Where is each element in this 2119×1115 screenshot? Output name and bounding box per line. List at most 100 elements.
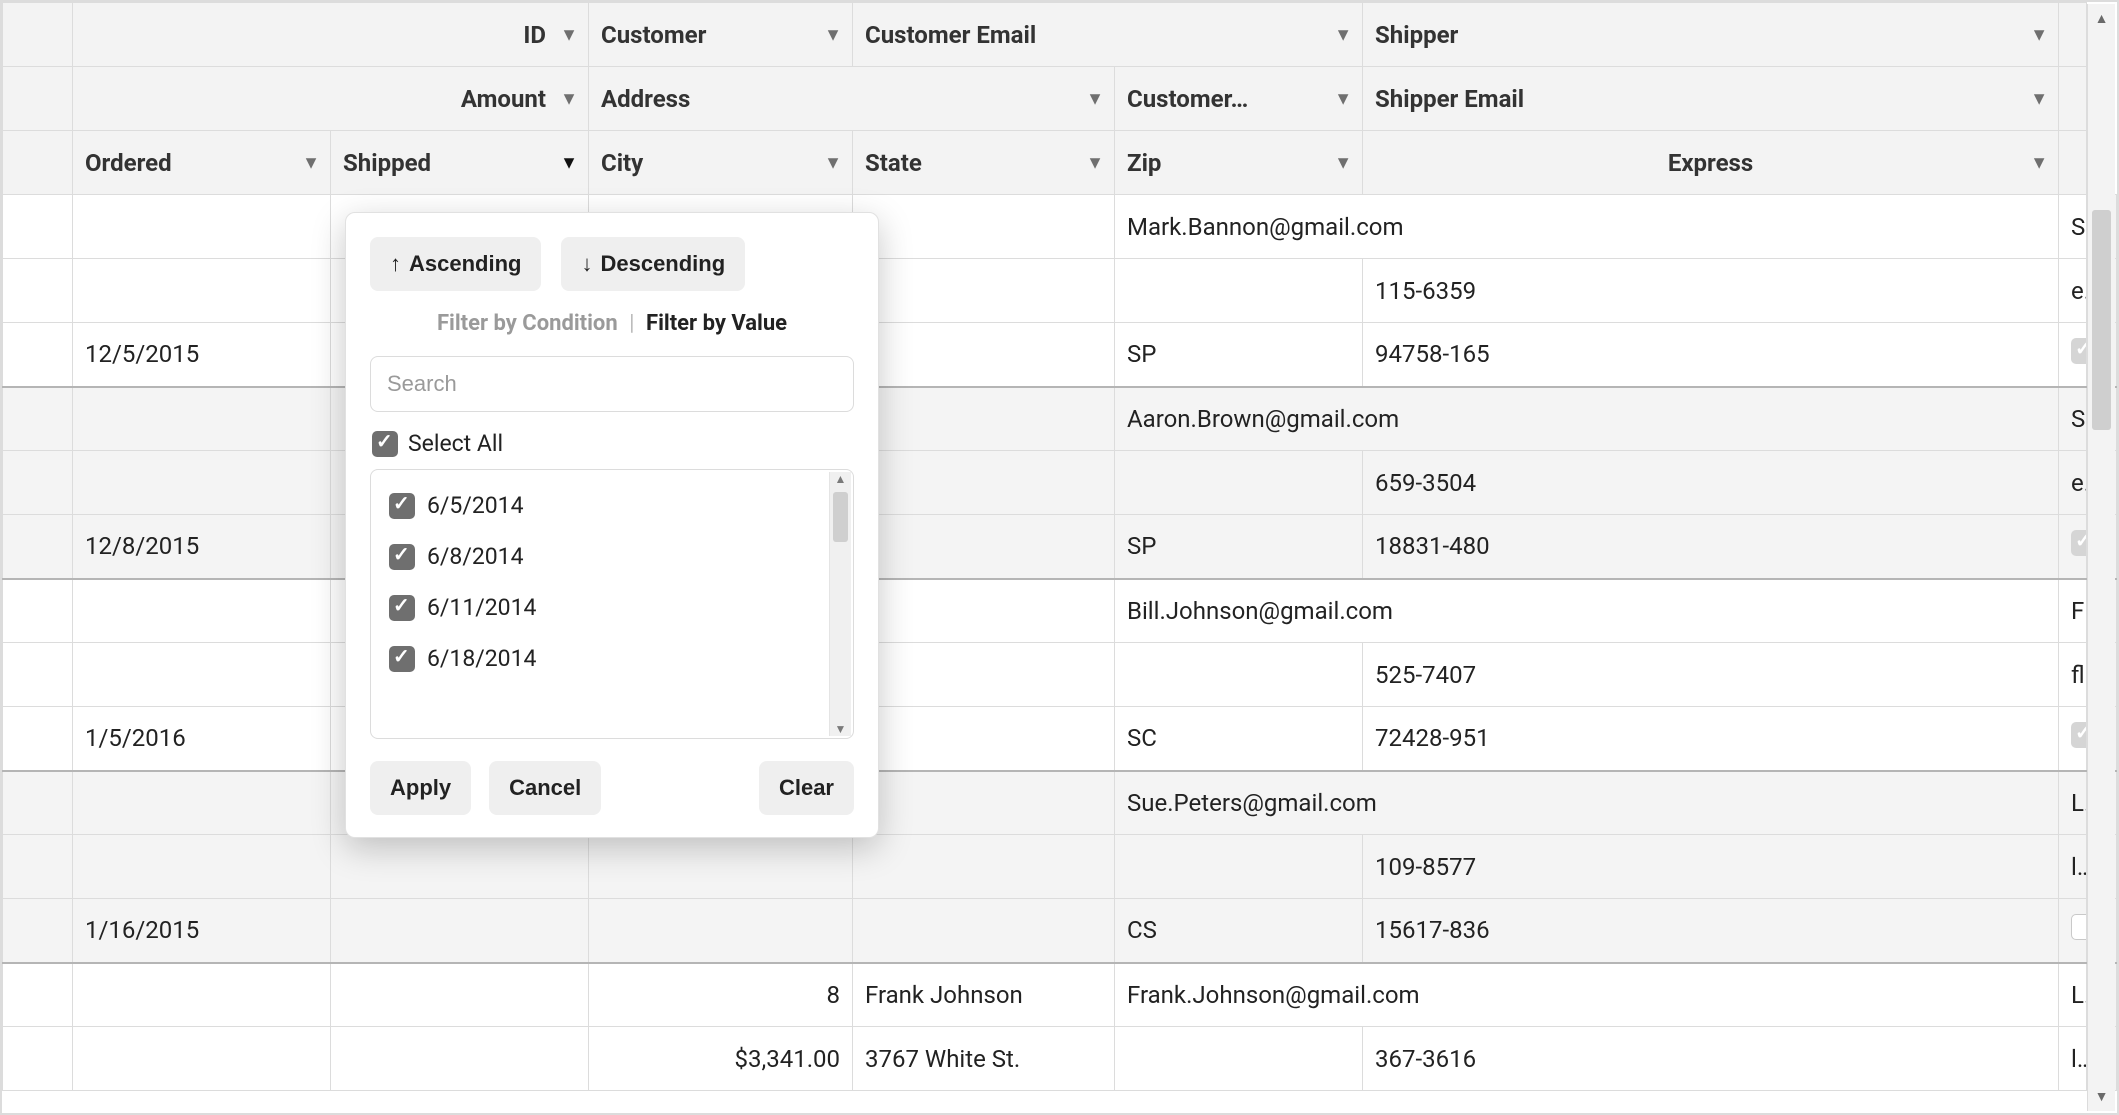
table-row[interactable]: 525-7407flash@gmail.com — [3, 643, 2117, 707]
table-row[interactable]: Bill.Johnson@gmail.comFlash Delivery — [3, 579, 2117, 643]
filter-icon[interactable]: ▼ — [2030, 88, 2048, 109]
scroll-up-icon[interactable]: ▲ — [835, 472, 847, 486]
filter-value-label: 6/8/2014 — [427, 543, 524, 570]
column-header-id[interactable]: ID ▼ — [73, 3, 589, 67]
cell: Speedy Express — [2059, 387, 2087, 451]
column-header-shipper-email[interactable]: Shipper Email ▼ — [1363, 67, 2059, 131]
filter-icon[interactable]: ▼ — [1334, 24, 1352, 45]
apply-button[interactable]: Apply — [370, 761, 471, 815]
column-header-zip[interactable]: Zip ▼ — [1115, 131, 1363, 195]
filter-value-item[interactable]: 6/11/2014 — [371, 582, 853, 633]
express-checkbox-icon[interactable] — [2071, 914, 2087, 940]
express-checkbox-icon[interactable] — [2071, 338, 2087, 364]
cell: Aaron.Brown@gmail.com — [1115, 387, 2059, 451]
scroll-gutter-header — [2059, 67, 2087, 131]
filter-icon[interactable]: ▼ — [560, 152, 578, 173]
cell — [1115, 451, 1363, 515]
filter-icon[interactable]: ▼ — [824, 152, 842, 173]
filter-icon[interactable]: ▼ — [1334, 88, 1352, 109]
grid-body: Mark.Bannon@gmail.comSpeedy Express115-6… — [3, 195, 2117, 1091]
cell: 72428-951 — [1363, 707, 2059, 771]
column-header-shipper[interactable]: Shipper ▼ — [1363, 3, 2059, 67]
cell: $3,341.00 — [589, 1027, 853, 1091]
cell — [73, 579, 331, 643]
column-header-customer[interactable]: Customer ▼ — [589, 3, 853, 67]
column-header-label: Shipped — [343, 149, 431, 177]
scroll-thumb[interactable] — [2092, 210, 2111, 430]
column-header-state[interactable]: State ▼ — [853, 131, 1115, 195]
scroll-thumb[interactable] — [833, 492, 848, 542]
table-row[interactable]: Mark.Bannon@gmail.comSpeedy Express — [3, 195, 2117, 259]
column-header-label: Ordered — [85, 149, 172, 177]
table-row[interactable]: Sue.Peters@gmail.comLogitrax — [3, 771, 2117, 835]
row-gutter — [3, 259, 73, 323]
column-header-city[interactable]: City ▼ — [589, 131, 853, 195]
table-row[interactable]: 109-8577logitrax@gmail.com — [3, 835, 2117, 899]
filter-value-label: 6/18/2014 — [427, 645, 536, 672]
scroll-down-icon[interactable]: ▼ — [835, 722, 847, 736]
filter-icon[interactable]: ▼ — [1086, 152, 1104, 173]
clear-button[interactable]: Clear — [759, 761, 854, 815]
filter-search-input[interactable] — [370, 356, 854, 412]
filter-value-item[interactable]: 6/5/2014 — [371, 480, 853, 531]
cell — [331, 1027, 589, 1091]
row-gutter — [3, 771, 73, 835]
scroll-down-icon[interactable]: ▼ — [2095, 1082, 2109, 1111]
filter-value-item[interactable]: 6/8/2014 — [371, 531, 853, 582]
express-checkbox-icon[interactable] — [2071, 530, 2087, 556]
checkbox-icon[interactable] — [372, 431, 398, 457]
column-header-customer-extra[interactable]: Customer… ▼ — [1115, 67, 1363, 131]
table-row[interactable]: 12/5/2015SP94758-165 — [3, 323, 2117, 387]
cell — [589, 899, 853, 963]
cell — [73, 259, 331, 323]
sort-descending-button[interactable]: Descending — [561, 237, 745, 291]
vertical-scrollbar[interactable]: ▲ ▼ — [2087, 4, 2115, 1111]
select-all-row[interactable]: Select All — [372, 430, 852, 457]
list-scrollbar[interactable]: ▲ ▼ — [829, 472, 851, 736]
column-header-label: Amount — [461, 85, 546, 113]
filter-icon[interactable]: ▼ — [1334, 152, 1352, 173]
filter-value-item[interactable]: 6/18/2014 — [371, 633, 853, 684]
checkbox-icon[interactable] — [389, 646, 415, 672]
scroll-up-icon[interactable]: ▲ — [2095, 4, 2109, 33]
column-header-address[interactable]: Address ▼ — [589, 67, 1115, 131]
table-row[interactable]: 659-3504express.speedy@gmail.com — [3, 451, 2117, 515]
cell — [73, 835, 331, 899]
filter-icon[interactable]: ▼ — [560, 88, 578, 109]
table-row[interactable]: Aaron.Brown@gmail.comSpeedy Express — [3, 387, 2117, 451]
column-header-amount[interactable]: Amount ▼ — [73, 67, 589, 131]
sort-ascending-button[interactable]: Ascending — [370, 237, 541, 291]
filter-icon[interactable]: ▼ — [302, 152, 320, 173]
column-header-express[interactable]: Express ▼ — [1363, 131, 2059, 195]
filter-icon[interactable]: ▼ — [2030, 152, 2048, 173]
table-row[interactable]: 115-6359express.speedy@gmail.com — [3, 259, 2117, 323]
cell: logitrax@gmail.com — [2059, 835, 2087, 899]
cell: 659-3504 — [1363, 451, 2059, 515]
column-header-label: Customer — [601, 21, 706, 49]
filter-icon[interactable]: ▼ — [1086, 88, 1104, 109]
column-header-label: Express — [1668, 149, 1753, 177]
tab-filter-by-condition[interactable]: Filter by Condition — [437, 311, 618, 336]
checkbox-icon[interactable] — [389, 544, 415, 570]
column-header-ordered[interactable]: Ordered ▼ — [73, 131, 331, 195]
table-row[interactable]: 1/16/2015CS15617-836 — [3, 899, 2117, 963]
table-row[interactable]: 1/5/2016SC72428-951 — [3, 707, 2117, 771]
tab-filter-by-value[interactable]: Filter by Value — [646, 311, 787, 336]
select-all-label: Select All — [408, 430, 503, 457]
cell: Mark.Bannon@gmail.com — [1115, 195, 2059, 259]
filter-icon[interactable]: ▼ — [824, 24, 842, 45]
cell: 94758-165 — [1363, 323, 2059, 387]
express-checkbox-icon[interactable] — [2071, 722, 2087, 748]
cancel-button[interactable]: Cancel — [489, 761, 601, 815]
checkbox-icon[interactable] — [389, 493, 415, 519]
button-label: Cancel — [509, 775, 581, 801]
table-row[interactable]: $3,341.003767 White St.367-3616logitrax@… — [3, 1027, 2117, 1091]
column-header-customer-email[interactable]: Customer Email ▼ — [853, 3, 1363, 67]
grid-header: ID ▼ Customer ▼ Customer Email ▼ Shipper… — [2, 2, 2117, 1091]
filter-icon[interactable]: ▼ — [2030, 24, 2048, 45]
filter-icon[interactable]: ▼ — [560, 24, 578, 45]
table-row[interactable]: 8Frank JohnsonFrank.Johnson@gmail.comLog… — [3, 963, 2117, 1027]
column-header-shipped[interactable]: Shipped ▼ — [331, 131, 589, 195]
table-row[interactable]: 12/8/2015SP18831-480 — [3, 515, 2117, 579]
checkbox-icon[interactable] — [389, 595, 415, 621]
